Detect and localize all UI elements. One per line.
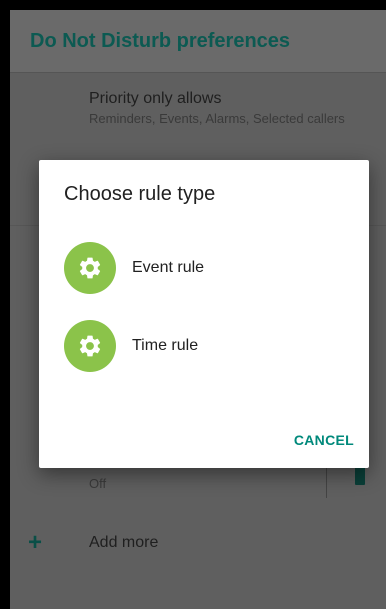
time-rule-label: Time rule bbox=[132, 337, 199, 354]
time-rule-option[interactable]: Time rule bbox=[64, 320, 344, 372]
event-rule-option[interactable]: Event rule bbox=[64, 242, 344, 294]
add-more-button[interactable]: + Add more bbox=[28, 531, 158, 555]
choose-rule-type-dialog: Choose rule type Event rule Time rule CA… bbox=[39, 160, 369, 468]
add-more-label: Add more bbox=[89, 534, 159, 551]
screen: Do Not Disturb preferences Priority only… bbox=[10, 10, 386, 609]
page-title: Do Not Disturb preferences bbox=[30, 30, 291, 52]
event-rule-label: Event rule bbox=[132, 259, 205, 276]
gear-icon bbox=[64, 242, 116, 294]
event-rule-switch[interactable] bbox=[355, 467, 365, 485]
plus-icon: + bbox=[28, 529, 43, 556]
priority-only-allows-item[interactable]: Priority only allows Reminders, Events, … bbox=[89, 90, 386, 126]
row-separator bbox=[326, 468, 327, 498]
priority-summary: Reminders, Events, Alarms, Selected call… bbox=[89, 111, 345, 126]
event-rule-summary: Off bbox=[89, 476, 107, 491]
dialog-title: Choose rule type bbox=[64, 183, 216, 205]
app-bar: Do Not Disturb preferences bbox=[10, 10, 386, 73]
priority-title: Priority only allows bbox=[89, 90, 222, 107]
gear-icon bbox=[64, 320, 116, 372]
cancel-button[interactable]: CANCEL bbox=[294, 432, 354, 448]
